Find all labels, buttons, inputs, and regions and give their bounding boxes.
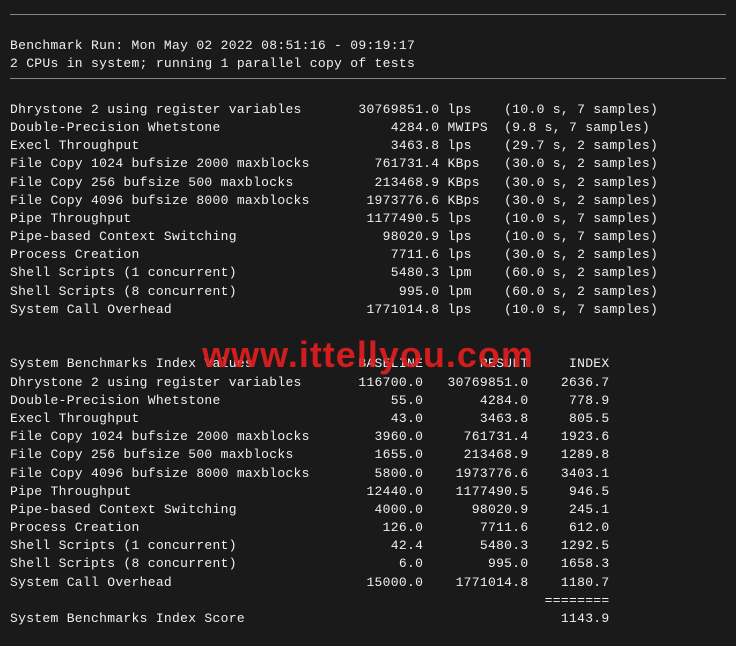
header-line-2: 2 CPUs in system; running 1 parallel cop… (10, 56, 415, 71)
terminal-output: Benchmark Run: Mon May 02 2022 08:51:16 … (10, 19, 726, 646)
score-divider: ======== (10, 592, 726, 610)
top-divider (10, 14, 726, 15)
header-line-1: Benchmark Run: Mon May 02 2022 08:51:16 … (10, 38, 415, 53)
benchmark-index-section: Dhrystone 2 using register variables 116… (10, 374, 726, 592)
benchmark-results-section: Dhrystone 2 using register variables 307… (10, 101, 726, 319)
header-divider (10, 78, 726, 79)
index-header-row: System Benchmarks Index Values BASELINE … (10, 355, 726, 373)
index-score-row: System Benchmarks Index Score 1143.9 (10, 610, 726, 628)
